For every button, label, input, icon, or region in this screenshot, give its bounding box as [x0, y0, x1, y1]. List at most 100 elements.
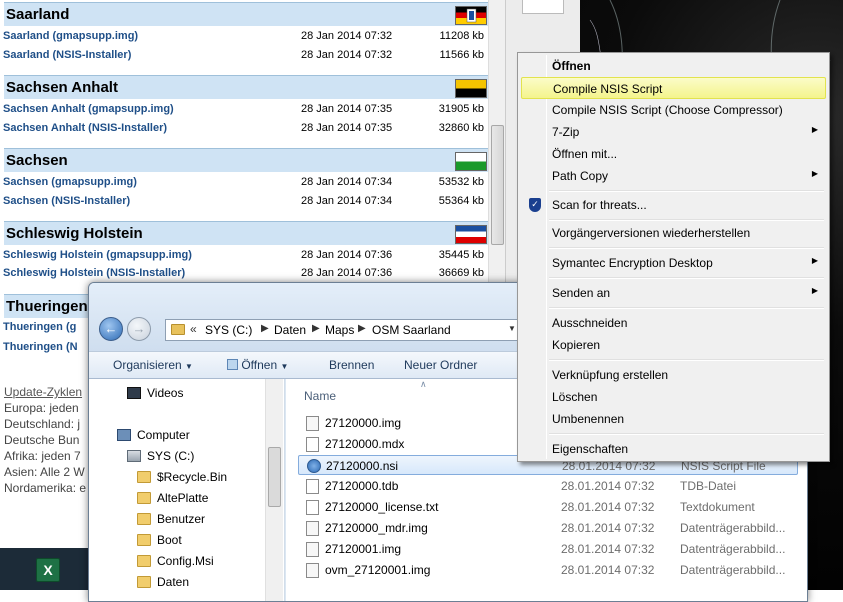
- img-file-icon: [306, 563, 319, 578]
- download-date: 28 Jan 2014 07:36: [301, 267, 393, 279]
- folder-icon: [137, 492, 151, 504]
- file-name: 27120000.img: [325, 416, 402, 430]
- chevron-right-icon[interactable]: ▶: [358, 323, 366, 334]
- breadcrumb-osm-saarland[interactable]: OSM Saarland: [372, 323, 451, 337]
- text-line: Deutschland: j: [4, 417, 81, 431]
- excel-icon[interactable]: X: [36, 558, 60, 582]
- nav-label: Videos: [147, 386, 184, 400]
- menu-item-cut[interactable]: Ausschneiden: [521, 312, 826, 334]
- folder-icon: [137, 555, 151, 567]
- burn-button[interactable]: Brennen: [329, 358, 374, 372]
- back-button[interactable]: ←: [99, 317, 123, 341]
- region-sachsen: Sachsen: [4, 148, 488, 172]
- download-link[interactable]: Thueringen (g: [3, 321, 76, 333]
- video-library-icon: [127, 387, 141, 399]
- download-date: 28 Jan 2014 07:32: [301, 49, 393, 61]
- file-icon: [306, 437, 319, 452]
- download-size: 35445 kb: [438, 249, 484, 261]
- menu-item-scan-threats[interactable]: ✓ Scan for threats...: [521, 194, 826, 216]
- download-link[interactable]: Saarland (NSIS-Installer): [3, 49, 131, 61]
- download-link[interactable]: Thueringen (N: [3, 341, 78, 353]
- update-info-text: Update-Zyklen Europa: jeden Deutschland:…: [4, 384, 86, 496]
- page-scrollbar-thumb[interactable]: [491, 125, 504, 245]
- download-link[interactable]: Schleswig Holstein (gmapsupp.img): [3, 249, 192, 261]
- download-size: 32860 kb: [438, 122, 484, 134]
- address-bar[interactable]: « SYS (C:) ▶ Daten ▶ Maps ▶ OSM Saarland…: [165, 319, 520, 341]
- hard-drive-icon: [127, 450, 141, 462]
- file-row[interactable]: 27120000_mdr.img 28.01.2014 07:32 Datent…: [298, 518, 798, 538]
- new-folder-button[interactable]: Neuer Ordner: [404, 358, 477, 372]
- menu-item-create-shortcut[interactable]: Verknüpfung erstellen: [521, 364, 826, 386]
- sort-arrow-icon: ∧: [420, 379, 427, 389]
- menu-item-7zip[interactable]: 7-Zip ▶: [521, 121, 826, 143]
- file-type: Textdokument: [680, 500, 755, 514]
- download-link[interactable]: Sachsen (NSIS-Installer): [3, 195, 130, 207]
- menu-item-open-with[interactable]: Öffnen mit...: [521, 143, 826, 165]
- menu-label: Symantec Encryption Desktop: [552, 256, 713, 270]
- chevron-down-icon[interactable]: ▼: [508, 324, 516, 333]
- nav-label: Computer: [137, 428, 190, 442]
- shield-icon: ✓: [529, 198, 541, 212]
- img-file-icon: [306, 416, 319, 431]
- menu-label: Öffnen mit...: [552, 147, 618, 161]
- download-size: 11566 kb: [439, 49, 484, 61]
- file-type: TDB-Datei: [680, 479, 737, 493]
- side-panel-box: [522, 0, 564, 14]
- forward-button[interactable]: →: [127, 317, 151, 341]
- download-link[interactable]: Saarland (gmapsupp.img): [3, 30, 138, 42]
- menu-item-properties[interactable]: Eigenschaften: [521, 438, 826, 460]
- download-link[interactable]: Sachsen Anhalt (gmapsupp.img): [3, 103, 174, 115]
- nav-scrollbar-thumb[interactable]: [268, 447, 281, 507]
- column-name-header[interactable]: Name: [304, 389, 336, 403]
- text-line: Europa: jeden: [4, 401, 79, 415]
- breadcrumb-daten[interactable]: Daten: [274, 323, 306, 337]
- download-row: Sachsen (NSIS-Installer) 28 Jan 2014 07:…: [3, 193, 484, 211]
- region-header: Schleswig Holstein: [4, 221, 488, 245]
- chevron-right-icon[interactable]: ▶: [261, 323, 269, 334]
- breadcrumb-drive[interactable]: SYS (C:): [205, 323, 252, 337]
- region-title: Sachsen: [6, 152, 68, 169]
- folder-icon: [137, 534, 151, 546]
- file-name: ovm_27120001.img: [325, 563, 431, 577]
- folder-icon: [137, 576, 151, 588]
- menu-item-send-to[interactable]: Senden an ▶: [521, 282, 826, 304]
- page-scrollbar[interactable]: [488, 0, 505, 290]
- menu-item-open[interactable]: Öffnen: [521, 55, 826, 77]
- menu-item-copy[interactable]: Kopieren: [521, 334, 826, 356]
- chevron-down-icon: ▼: [280, 362, 289, 371]
- menu-separator: [549, 247, 824, 249]
- download-row: Sachsen Anhalt (NSIS-Installer) 28 Jan 2…: [3, 120, 484, 138]
- submenu-arrow-icon: ▶: [811, 256, 818, 265]
- file-row[interactable]: 27120001.img 28.01.2014 07:32 Datenträge…: [298, 539, 798, 559]
- organize-button[interactable]: Organisieren ▼: [113, 358, 193, 372]
- nav-scrollbar[interactable]: [265, 379, 283, 601]
- download-link[interactable]: Sachsen Anhalt (NSIS-Installer): [3, 122, 167, 134]
- file-row[interactable]: 27120000.tdb 28.01.2014 07:32 TDB-Datei: [298, 476, 798, 496]
- menu-item-restore-versions[interactable]: Vorgängerversionen wiederherstellen: [521, 222, 826, 244]
- download-row: Saarland (gmapsupp.img) 28 Jan 2014 07:3…: [3, 28, 484, 46]
- download-size: 53532 kb: [438, 176, 484, 188]
- file-name: 27120000.mdx: [325, 437, 405, 451]
- file-row[interactable]: ovm_27120001.img 28.01.2014 07:32 Datent…: [298, 560, 798, 580]
- menu-label: 7-Zip: [552, 125, 580, 139]
- text-line: Deutsche Bun: [4, 433, 80, 447]
- region-header: Saarland: [4, 2, 488, 26]
- menu-item-path-copy[interactable]: Path Copy ▶: [521, 165, 826, 187]
- chevron-right-icon[interactable]: ▶: [312, 323, 320, 334]
- menu-label: Umbenennen: [552, 412, 625, 426]
- open-button[interactable]: Öffnen ▼: [227, 358, 288, 372]
- menu-item-compile-nsis[interactable]: Compile NSIS Script: [521, 77, 826, 99]
- breadcrumb-overflow[interactable]: «: [190, 322, 197, 336]
- update-heading[interactable]: Update-Zyklen: [4, 384, 86, 400]
- menu-item-symantec[interactable]: Symantec Encryption Desktop ▶: [521, 252, 826, 274]
- file-row[interactable]: 27120000_license.txt 28.01.2014 07:32 Te…: [298, 497, 798, 517]
- download-link[interactable]: Schleswig Holstein (NSIS-Installer): [3, 267, 185, 279]
- region-title: Sachsen Anhalt: [6, 79, 118, 96]
- menu-item-rename[interactable]: Umbenennen: [521, 408, 826, 430]
- menu-item-delete[interactable]: Löschen: [521, 386, 826, 408]
- nav-label: Config.Msi: [157, 554, 214, 568]
- menu-item-compile-nsis-compressor[interactable]: Compile NSIS Script (Choose Compressor): [521, 99, 826, 121]
- arrow-right-icon: →: [132, 321, 146, 336]
- download-link[interactable]: Sachsen (gmapsupp.img): [3, 176, 137, 188]
- breadcrumb-maps[interactable]: Maps: [325, 323, 354, 337]
